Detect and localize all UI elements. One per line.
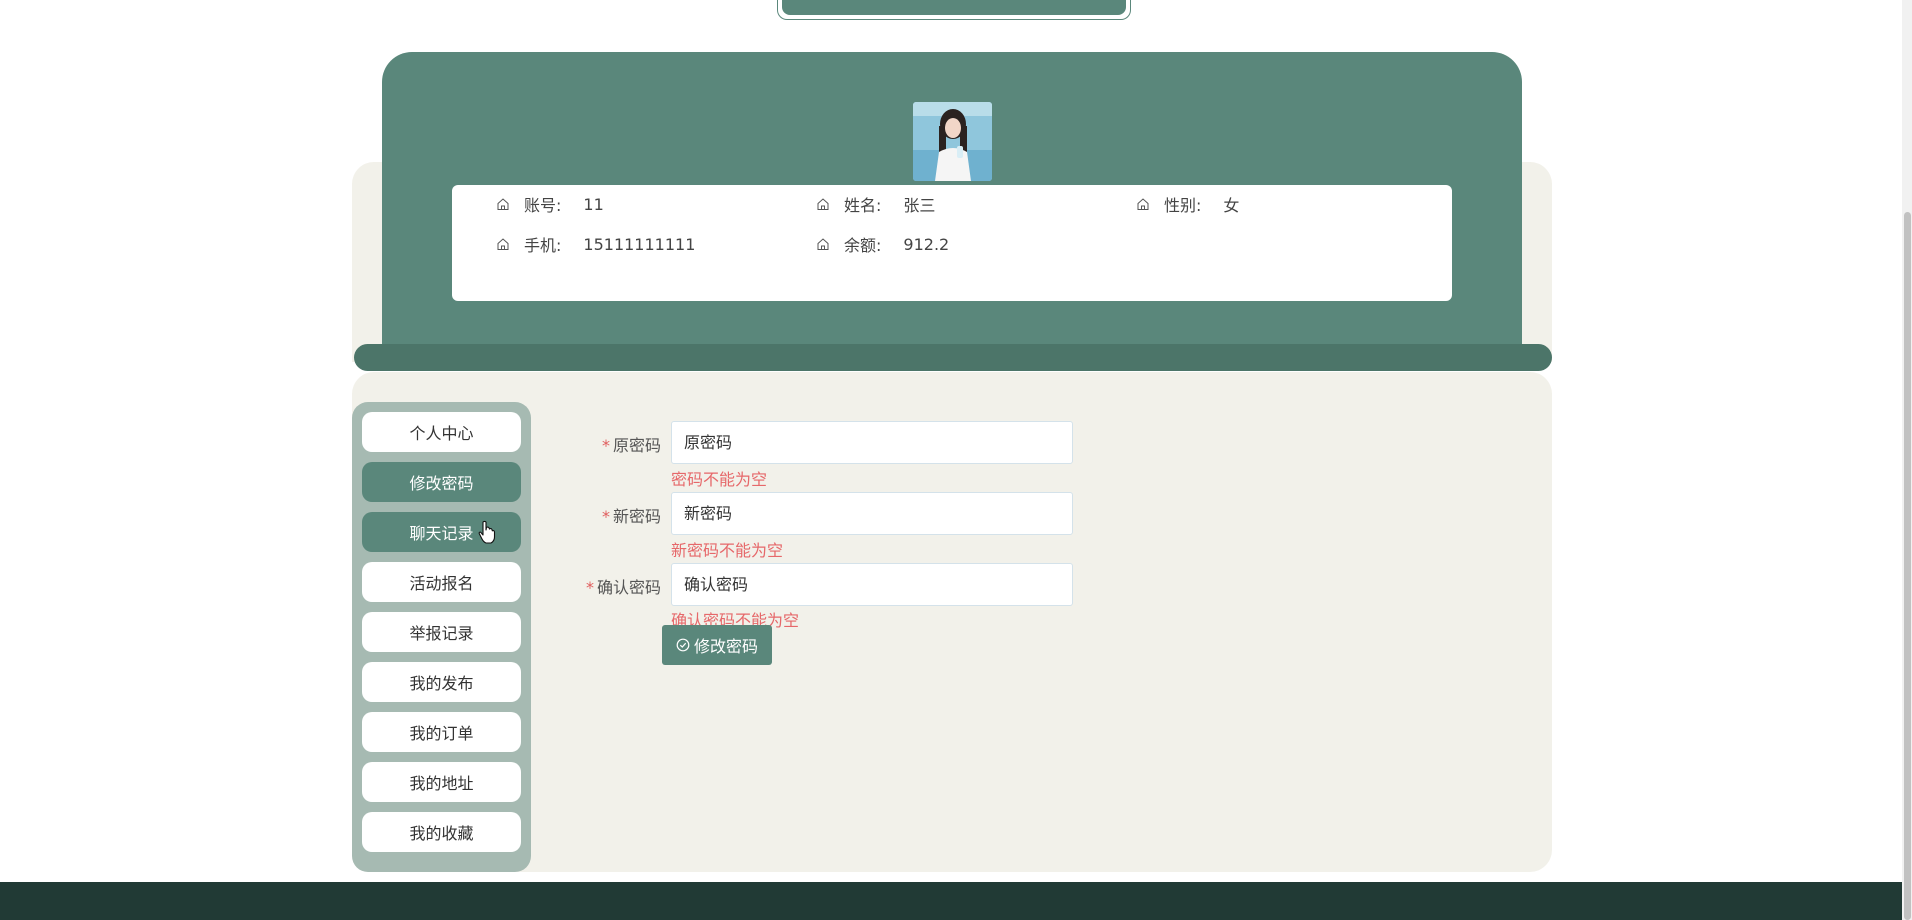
home-icon: [817, 198, 829, 210]
info-account-value: 11: [583, 194, 604, 214]
sidebar-menu: 个人中心 修改密码 聊天记录 活动报名 举报记录 我的发布 我的订单 我的地址 …: [352, 402, 531, 872]
info-phone-value: 15111111111: [583, 234, 696, 254]
info-balance-label: 余额:: [844, 236, 882, 255]
old-password-label: * 原密码: [601, 436, 661, 455]
info-name-label: 姓名:: [844, 196, 882, 215]
old-password-input[interactable]: [671, 421, 1073, 464]
info-phone: 手机: 15111111111: [496, 232, 695, 256]
hand-cursor-icon: [478, 520, 496, 548]
info-gender-value: 女: [1223, 196, 1240, 215]
info-phone-label: 手机:: [524, 236, 562, 255]
new-password-label: * 新密码: [601, 507, 661, 526]
change-password-button[interactable]: 修改密码: [662, 625, 772, 665]
top-nav-tab: [777, 0, 1131, 20]
profile-info-card: 账号: 11 姓名: 张三 性别: 女 手机: 15111111111 余额: …: [452, 185, 1452, 301]
info-name: 姓名: 张三: [816, 192, 935, 216]
info-gender: 性别: 女: [1136, 192, 1239, 216]
confirm-password-label: * 确认密码: [585, 578, 661, 597]
menu-item-change-password[interactable]: 修改密码: [362, 462, 521, 502]
menu-item-report-records[interactable]: 举报记录: [362, 612, 521, 652]
info-name-value: 张三: [903, 196, 936, 215]
old-password-error: 密码不能为空: [671, 470, 768, 489]
profile-banner-base: [354, 344, 1552, 371]
required-mark: *: [585, 578, 594, 597]
menu-item-my-addresses[interactable]: 我的地址: [362, 762, 521, 802]
menu-item-chat-history[interactable]: 聊天记录: [362, 512, 521, 552]
avatar: [913, 102, 992, 181]
menu-item-my-posts[interactable]: 我的发布: [362, 662, 521, 702]
menu-item-personal-center[interactable]: 个人中心: [362, 412, 521, 452]
change-password-button-label: 修改密码: [693, 637, 758, 656]
check-circle-icon: [676, 638, 690, 652]
info-account: 账号: 11: [496, 192, 604, 216]
info-account-label: 账号:: [524, 196, 562, 215]
confirm-password-input[interactable]: [671, 563, 1073, 606]
home-icon: [497, 238, 509, 250]
info-balance-value: 912.2: [903, 234, 950, 254]
new-password-error: 新密码不能为空: [671, 541, 784, 560]
menu-item-activity-signup[interactable]: 活动报名: [362, 562, 521, 602]
required-mark: *: [601, 436, 610, 455]
home-icon: [497, 198, 509, 210]
required-mark: *: [601, 507, 610, 526]
info-balance: 余额: 912.2: [816, 232, 949, 256]
info-gender-label: 性别:: [1164, 196, 1202, 215]
page-footer: [0, 882, 1912, 920]
home-icon: [1137, 198, 1149, 210]
new-password-input[interactable]: [671, 492, 1073, 535]
menu-item-my-orders[interactable]: 我的订单: [362, 712, 521, 752]
home-icon: [817, 238, 829, 250]
menu-item-my-favorites[interactable]: 我的收藏: [362, 812, 521, 852]
scrollbar-thumb[interactable]: [1904, 212, 1911, 920]
